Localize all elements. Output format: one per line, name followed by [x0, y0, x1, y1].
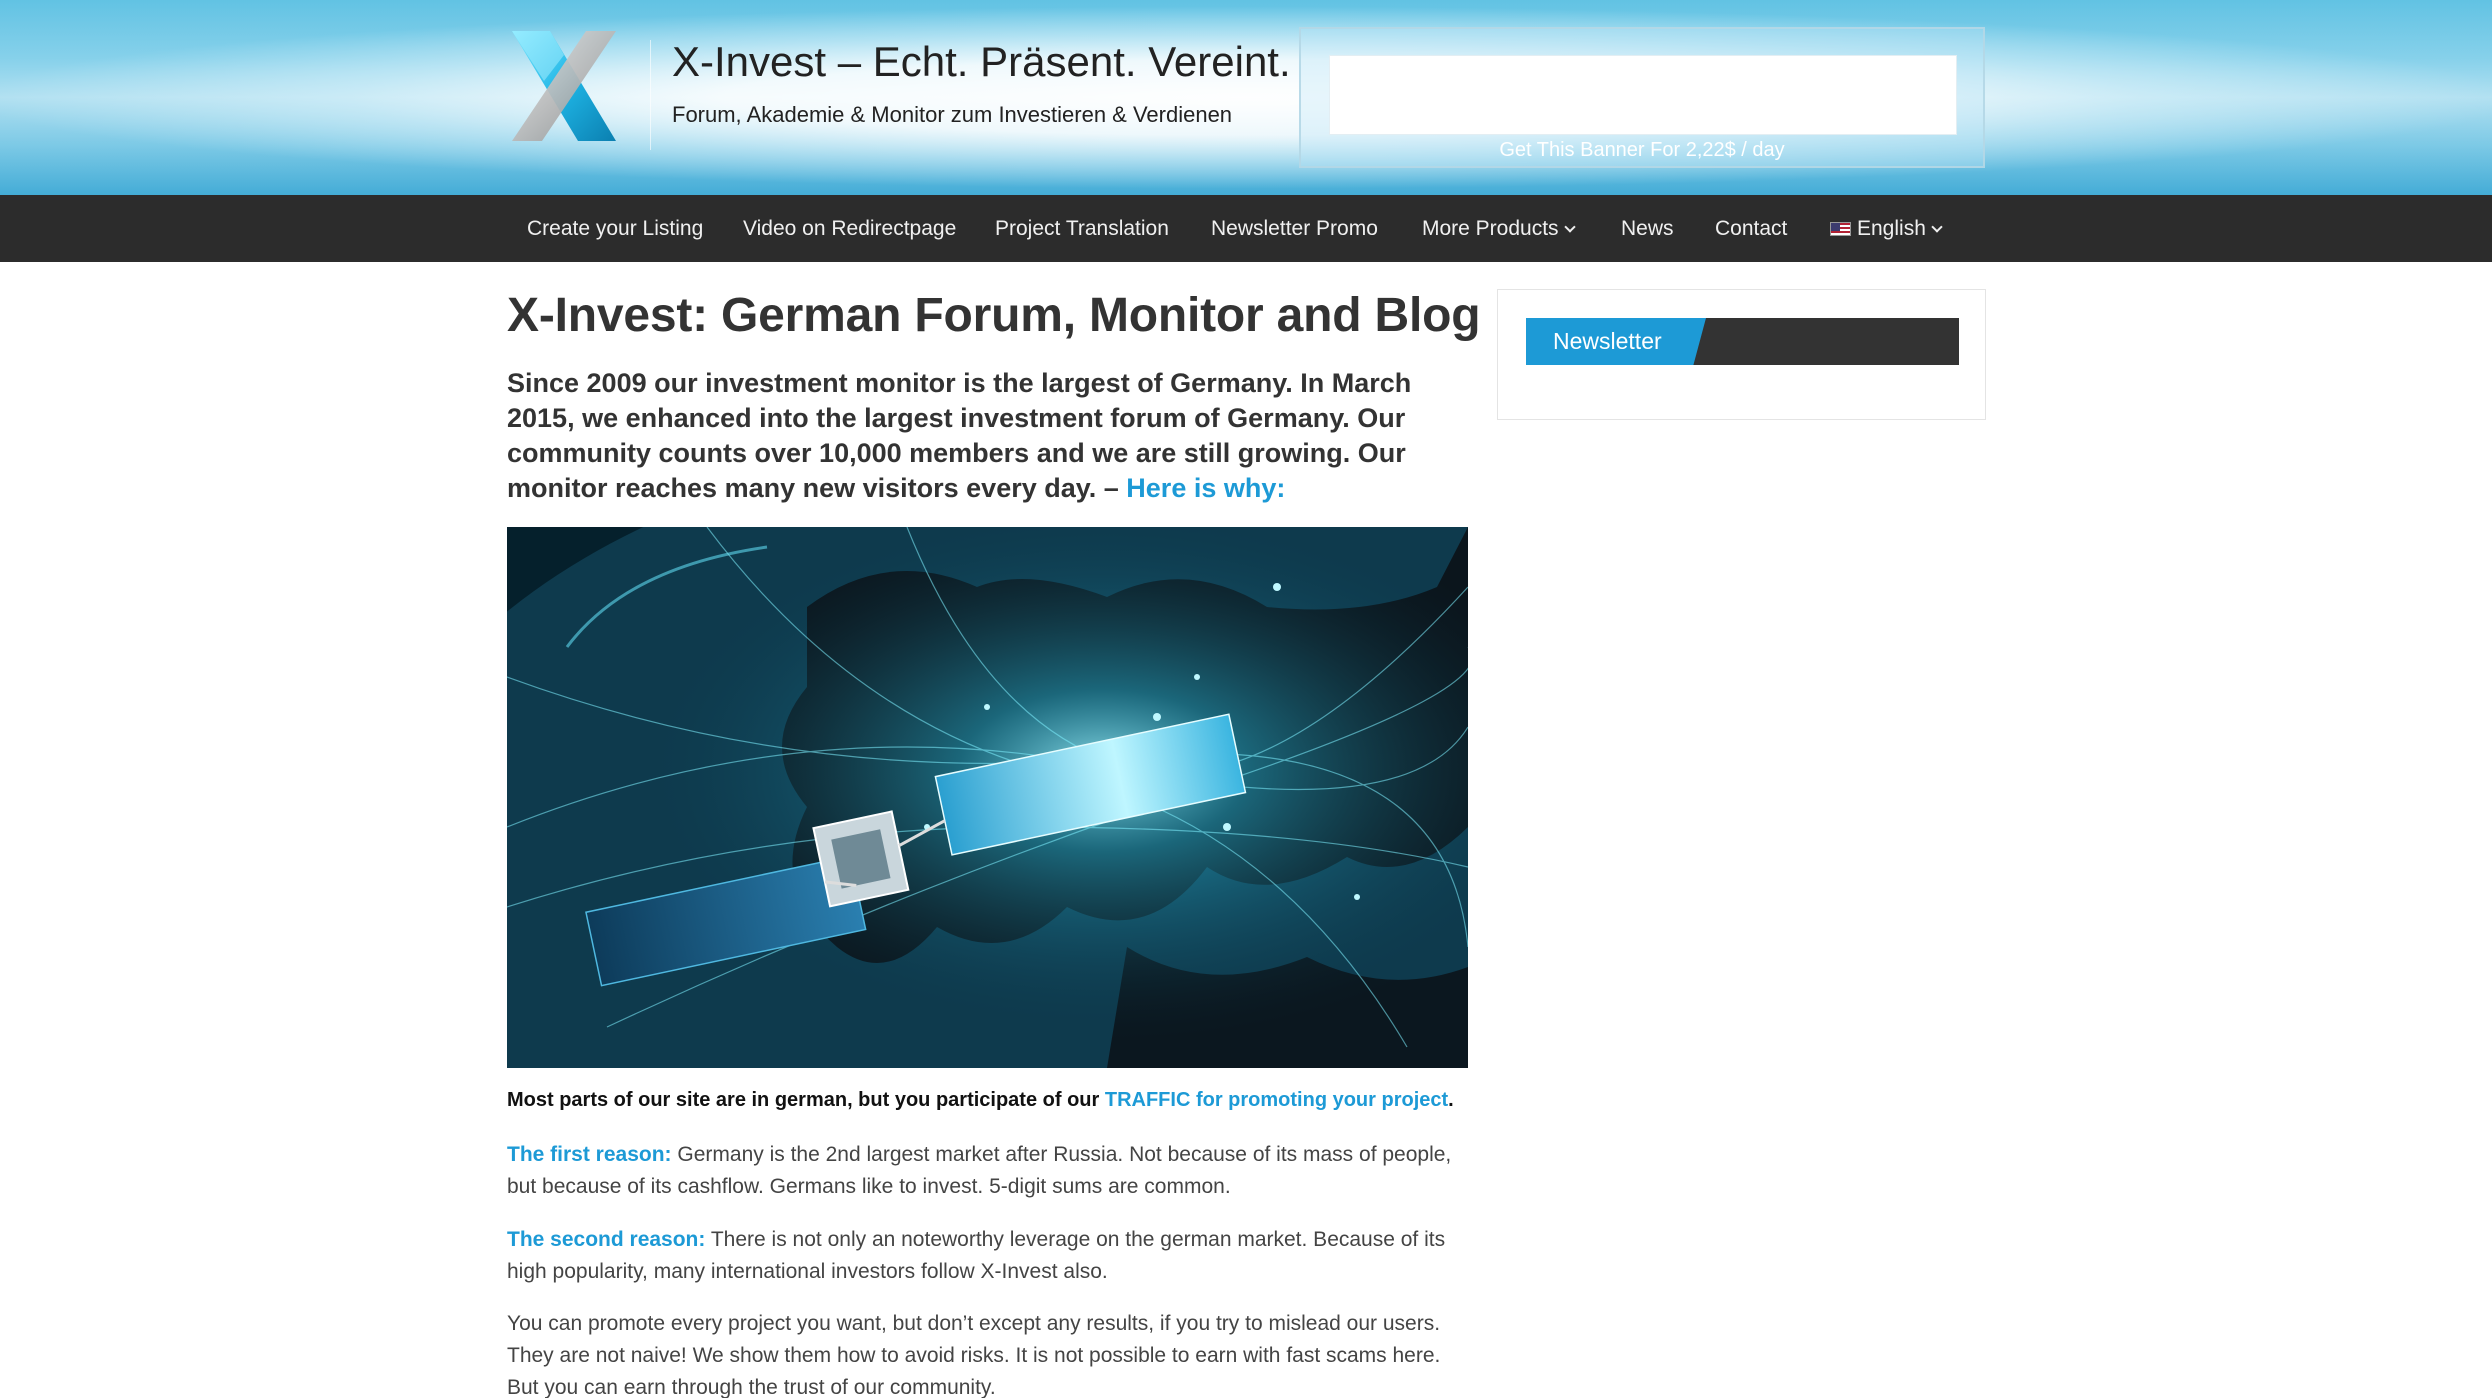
nav-newsletter-promo[interactable]: Newsletter Promo: [1211, 195, 1378, 262]
site-title[interactable]: X-Invest – Echt. Präsent. Vereint.: [672, 38, 1291, 86]
intro-paragraph: Since 2009 our investment monitor is the…: [507, 366, 1447, 506]
chevron-down-icon: [1563, 221, 1576, 233]
nav-more-products-label: More Products: [1422, 217, 1559, 240]
site-tagline: Forum, Akademie & Monitor zum Investiere…: [672, 102, 1233, 127]
hero-image-satellite-europe: [507, 527, 1468, 1068]
newsletter-widget: Newsletter: [1497, 289, 1986, 420]
traffic-text: Most parts of our site are in german, bu…: [507, 1089, 1100, 1111]
ad-banner-slot[interactable]: [1329, 55, 1957, 135]
nav-contact[interactable]: Contact: [1715, 195, 1787, 262]
page-title: X-Invest: German Forum, Monitor and Blog: [507, 289, 1481, 342]
site-header: X-Invest – Echt. Präsent. Vereint. Forum…: [0, 0, 2492, 195]
nav-news[interactable]: News: [1621, 195, 1674, 262]
ad-banner[interactable]: Get This Banner For 2,22$ / day: [1299, 27, 1985, 168]
ad-banner-caption[interactable]: Get This Banner For 2,22$ / day: [1301, 139, 1983, 162]
header-divider: [650, 40, 651, 150]
first-reason-paragraph: The first reason: Germany is the 2nd lar…: [507, 1139, 1467, 1203]
nav-project-translation[interactable]: Project Translation: [995, 195, 1169, 262]
here-is-why-link[interactable]: Here is why:: [1126, 473, 1285, 503]
nav-language[interactable]: English: [1830, 195, 1943, 262]
traffic-paragraph: Most parts of our site are in german, bu…: [507, 1089, 1477, 1112]
nav-more-products[interactable]: More Products: [1422, 195, 1576, 262]
second-reason-label: The second reason:: [507, 1228, 706, 1251]
nav-create-listing[interactable]: Create your Listing: [527, 195, 703, 262]
nav-language-label: English: [1857, 217, 1926, 240]
newsletter-widget-header: Newsletter: [1526, 318, 1959, 365]
nav-video-redirectpage[interactable]: Video on Redirectpage: [743, 195, 956, 262]
chevron-down-icon: [1931, 221, 1943, 233]
x-logo-icon[interactable]: [504, 25, 624, 147]
promote-paragraph: You can promote every project you want, …: [507, 1312, 1441, 1398]
first-reason-label: The first reason:: [507, 1143, 672, 1166]
second-reason-paragraph: The second reason: There is not only an …: [507, 1224, 1467, 1288]
us-flag-icon: [1830, 222, 1851, 236]
traffic-link[interactable]: TRAFFIC for promoting your project: [1105, 1089, 1448, 1111]
newsletter-widget-title: Newsletter: [1553, 328, 1662, 354]
main-navigation: Create your Listing Video on Redirectpag…: [0, 195, 2492, 262]
traffic-end: .: [1448, 1089, 1454, 1111]
